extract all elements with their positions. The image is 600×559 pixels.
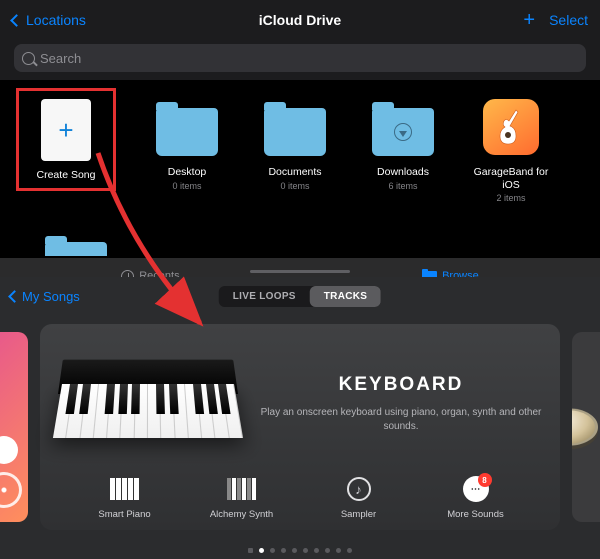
folder-garageband[interactable]: GarageBand for iOS 2 items <box>472 92 550 232</box>
file-meta: 0 items <box>256 181 334 191</box>
more-icon: ⋯8 <box>463 476 489 502</box>
segmented-control: LIVE LOOPS TRACKS <box>219 286 381 307</box>
page-indicator <box>248 548 352 553</box>
sub-label: Alchemy Synth <box>197 509 287 520</box>
next-card-peek[interactable] <box>572 332 600 522</box>
badge: 8 <box>478 473 492 487</box>
highlight-box: + Create Song <box>16 88 116 191</box>
keyboard-illustration <box>58 354 238 454</box>
folder-documents[interactable]: Documents 0 items <box>256 92 334 232</box>
sub-label: More Sounds <box>431 509 521 520</box>
folder-icon <box>264 108 326 156</box>
garageband-screen: My Songs LIVE LOOPS TRACKS <box>0 277 600 559</box>
dot <box>347 548 352 553</box>
file-meta: 6 items <box>364 181 442 191</box>
nav-bar: Locations iCloud Drive + Select <box>0 0 600 40</box>
dot <box>325 548 330 553</box>
new-item-button[interactable]: + <box>523 9 535 32</box>
piano-icon <box>110 478 140 500</box>
files-app-screen: Locations iCloud Drive + Select Search +… <box>0 0 600 277</box>
file-label: Desktop <box>148 166 226 179</box>
file-label: Downloads <box>364 166 442 179</box>
file-label: GarageBand for iOS <box>472 166 550 191</box>
file-label: Documents <box>256 166 334 179</box>
garageband-app-icon <box>483 99 539 155</box>
folder-icon <box>156 108 218 156</box>
back-label: My Songs <box>22 289 80 304</box>
chevron-left-icon <box>10 14 23 27</box>
dot <box>248 548 253 553</box>
instrument-carousel[interactable]: KEYBOARD Play an onscreen keyboard using… <box>0 315 600 547</box>
sub-more-sounds[interactable]: ⋯8 More Sounds <box>431 474 521 520</box>
sub-smart-piano[interactable]: Smart Piano <box>80 474 170 520</box>
gb-nav-bar: My Songs LIVE LOOPS TRACKS <box>0 277 600 315</box>
sub-alchemy-synth[interactable]: Alchemy Synth <box>197 474 287 520</box>
drum-icon <box>572 408 598 445</box>
instrument-title: KEYBOARD <box>260 374 542 396</box>
plus-document-icon: + <box>41 99 91 161</box>
file-meta: 2 items <box>472 193 550 203</box>
folder-icon <box>45 242 107 256</box>
back-button[interactable]: Locations <box>12 12 86 28</box>
partial-row <box>0 242 600 258</box>
dot <box>259 548 264 553</box>
prev-card-peek[interactable] <box>0 332 28 522</box>
nav-actions: + Select <box>523 9 588 32</box>
search-placeholder: Search <box>40 51 81 66</box>
select-button[interactable]: Select <box>549 12 588 28</box>
back-button[interactable]: My Songs <box>10 289 80 304</box>
dot <box>281 548 286 553</box>
dot <box>336 548 341 553</box>
sub-sampler[interactable]: ♪ Sampler <box>314 474 404 520</box>
chevron-left-icon <box>8 290 21 303</box>
file-grid: + Create Song Desktop 0 items Documents … <box>0 80 600 242</box>
download-icon <box>394 123 412 141</box>
dot <box>314 548 319 553</box>
search-icon <box>22 52 35 65</box>
synth-icon <box>227 478 257 500</box>
folder-desktop[interactable]: Desktop 0 items <box>148 92 226 232</box>
sub-label: Smart Piano <box>80 509 170 520</box>
segment-liveloops[interactable]: LIVE LOOPS <box>219 286 310 307</box>
sub-label: Sampler <box>314 509 404 520</box>
dot <box>270 548 275 553</box>
knob-icon <box>0 472 22 508</box>
folder-icon <box>372 108 434 156</box>
search-input[interactable]: Search <box>14 44 586 72</box>
file-label: Create Song <box>23 169 109 182</box>
home-indicator <box>250 270 350 273</box>
instrument-description: Play an onscreen keyboard using piano, o… <box>260 406 542 434</box>
dot <box>292 548 297 553</box>
file-meta: 0 items <box>148 181 226 191</box>
back-label: Locations <box>26 12 86 28</box>
folder-downloads[interactable]: Downloads 6 items <box>364 92 442 232</box>
dot <box>303 548 308 553</box>
instrument-card-keyboard[interactable]: KEYBOARD Play an onscreen keyboard using… <box>40 324 560 530</box>
knob-icon <box>0 436 18 464</box>
segment-tracks[interactable]: TRACKS <box>310 286 381 307</box>
sub-instrument-row: Smart Piano Alchemy Synth ♪ Sampler ⋯8 M… <box>58 474 542 520</box>
create-song-item[interactable]: + Create Song <box>40 92 118 232</box>
sampler-icon: ♪ <box>347 477 371 501</box>
page-title: iCloud Drive <box>259 12 341 28</box>
